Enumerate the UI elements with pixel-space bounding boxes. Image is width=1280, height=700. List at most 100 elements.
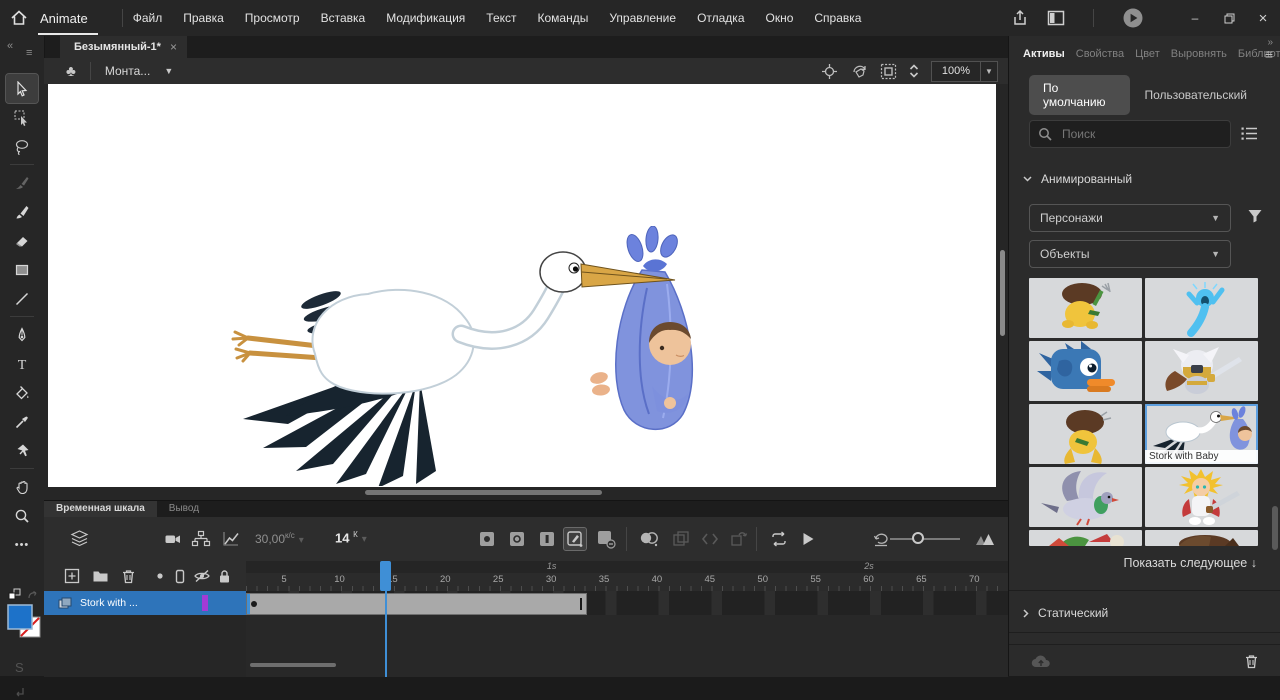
eraser-tool[interactable] <box>6 226 38 255</box>
asset-thumb-caveman-crouching[interactable] <box>1029 404 1142 464</box>
timeline-zoom-slider-knob[interactable] <box>912 532 924 544</box>
current-frame-value[interactable]: 14 К▾ <box>335 530 367 545</box>
panel-scrollbar[interactable] <box>1272 506 1278 550</box>
paint-bucket-tool[interactable] <box>6 378 38 407</box>
panel-menu-icon[interactable]: ≡ <box>1265 46 1273 62</box>
remove-frame-icon[interactable] <box>595 528 617 550</box>
subselection-tool[interactable] <box>6 103 38 132</box>
insert-frame-icon[interactable] <box>536 528 558 550</box>
zoom-stepper-icon[interactable] <box>909 63 919 79</box>
lock-column-icon[interactable] <box>214 567 234 585</box>
add-layer-icon[interactable] <box>62 567 82 585</box>
reset-timeline-zoom-icon[interactable] <box>870 528 892 550</box>
graph-editor-icon[interactable] <box>220 528 242 550</box>
app-title[interactable]: Animate <box>38 2 98 35</box>
minimize-button[interactable]: – <box>1178 0 1212 36</box>
stage-canvas[interactable] <box>48 84 996 487</box>
category-dropdown-objects[interactable]: Объекты ▼ <box>1029 240 1231 268</box>
frame-rate-value[interactable]: 30,00к/с▾ <box>255 531 304 546</box>
panel-tab[interactable]: Цвет <box>1135 48 1160 60</box>
play-button[interactable] <box>797 528 819 550</box>
asset-thumb-knight[interactable] <box>1145 341 1258 401</box>
filter-icon[interactable] <box>1247 208 1263 224</box>
hidden-tool-icon[interactable] <box>13 686 27 700</box>
rectangle-tool[interactable] <box>6 255 38 284</box>
frame-span[interactable] <box>246 593 587 615</box>
menu-item[interactable]: Справка <box>814 11 861 25</box>
stage-horizontal-scrollbar[interactable] <box>365 490 602 495</box>
menu-item[interactable]: Текст <box>486 11 516 25</box>
document-tab[interactable]: Безымянный-1* × <box>60 36 187 58</box>
classic-brush-tool[interactable] <box>6 197 38 226</box>
timeline-tab[interactable]: Временная шкала <box>44 501 157 517</box>
frame-ruler[interactable]: 1s 2s 5 10 15 20 25 30 35 40 45 50 55 60 <box>246 561 1008 592</box>
panel-tab[interactable]: Выровнять <box>1171 48 1227 60</box>
timeline-zoom-slider-track[interactable] <box>890 538 960 540</box>
frames-area[interactable] <box>246 591 1008 677</box>
swap-colors-icon[interactable] <box>27 590 39 602</box>
highlight-layer-dot-icon[interactable] <box>150 567 170 585</box>
tools-menu-icon[interactable]: ≡ <box>26 47 32 59</box>
restore-button[interactable] <box>1212 0 1246 36</box>
paste-frames-icon[interactable] <box>728 528 750 550</box>
onion-skin-icon[interactable] <box>638 528 660 550</box>
asset-thumb-pigeon[interactable] <box>1029 467 1142 527</box>
loop-icon[interactable] <box>768 528 790 550</box>
insert-keyframe-icon[interactable] <box>476 528 498 550</box>
layer-frames-row[interactable] <box>246 591 1008 615</box>
delete-layer-icon[interactable] <box>118 567 138 585</box>
scene-dropdown-chevron-icon[interactable]: ▼ <box>164 66 173 76</box>
menu-item[interactable]: Правка <box>183 11 224 25</box>
asset-thumb-partial-left[interactable] <box>1029 530 1142 546</box>
line-tool[interactable] <box>6 284 38 313</box>
auto-keyframe-toggle[interactable] <box>564 528 586 550</box>
menu-item[interactable]: Файл <box>133 11 163 25</box>
insert-blank-keyframe-icon[interactable] <box>506 528 528 550</box>
stage-vertical-scrollbar[interactable] <box>1000 250 1005 336</box>
search-input[interactable] <box>1060 126 1214 142</box>
menu-item[interactable]: Модификация <box>386 11 465 25</box>
span-based-selection-icon[interactable] <box>699 528 721 550</box>
timeline-tab[interactable]: Вывод <box>157 501 211 517</box>
default-colors-icon[interactable] <box>8 588 22 602</box>
category-dropdown-characters[interactable]: Персонажи ▼ <box>1029 204 1231 232</box>
collapse-tools-icon[interactable]: « <box>7 40 13 52</box>
panel-tab[interactable]: Библиотека <box>1238 48 1280 60</box>
center-stage-icon[interactable] <box>821 63 838 80</box>
panel-tab[interactable]: Активы <box>1023 48 1065 60</box>
section-static[interactable]: Статический <box>1023 606 1108 620</box>
edit-multiple-frames-icon[interactable] <box>670 528 692 550</box>
selection-tool[interactable] <box>6 74 38 103</box>
asset-thumb-caveman[interactable] <box>1029 278 1142 338</box>
test-movie-play-icon[interactable] <box>1122 7 1144 29</box>
home-icon[interactable] <box>0 9 38 27</box>
delete-asset-icon[interactable] <box>1244 653 1259 669</box>
menu-item[interactable]: Отладка <box>697 11 744 25</box>
rotate-view-icon[interactable] <box>850 63 868 80</box>
asset-source-option[interactable]: Пользовательский <box>1130 82 1261 108</box>
menu-item[interactable]: Просмотр <box>245 11 300 25</box>
clip-outside-stage-icon[interactable] <box>880 63 897 80</box>
lasso-tool[interactable] <box>6 132 38 161</box>
playhead[interactable] <box>380 561 391 591</box>
hide-column-icon[interactable] <box>192 567 212 585</box>
clips-icon[interactable]: ♣ <box>66 63 76 80</box>
add-folder-icon[interactable] <box>90 567 110 585</box>
asset-thumb-blue-bird[interactable] <box>1029 341 1142 401</box>
search-box[interactable] <box>1029 120 1231 148</box>
layer-name[interactable]: Stork with ... <box>80 597 138 609</box>
camera-icon[interactable] <box>162 528 184 550</box>
share-icon[interactable] <box>1011 9 1029 27</box>
hand-tool[interactable] <box>6 472 38 501</box>
layers-icon[interactable] <box>68 528 90 550</box>
fit-frames-in-view-icon[interactable] <box>974 528 996 550</box>
list-view-icon[interactable] <box>1241 126 1258 141</box>
asset-thumb-blond-warrior[interactable] <box>1145 467 1258 527</box>
parenting-view-icon[interactable] <box>190 528 212 550</box>
text-tool[interactable]: T <box>6 349 38 378</box>
menu-item[interactable]: Управление <box>609 11 676 25</box>
close-button[interactable]: × <box>1246 0 1280 36</box>
asset-thumb-crying-blue[interactable] <box>1145 278 1258 338</box>
cloud-upload-icon[interactable] <box>1031 654 1051 669</box>
fluid-brush-tool[interactable] <box>6 168 38 197</box>
